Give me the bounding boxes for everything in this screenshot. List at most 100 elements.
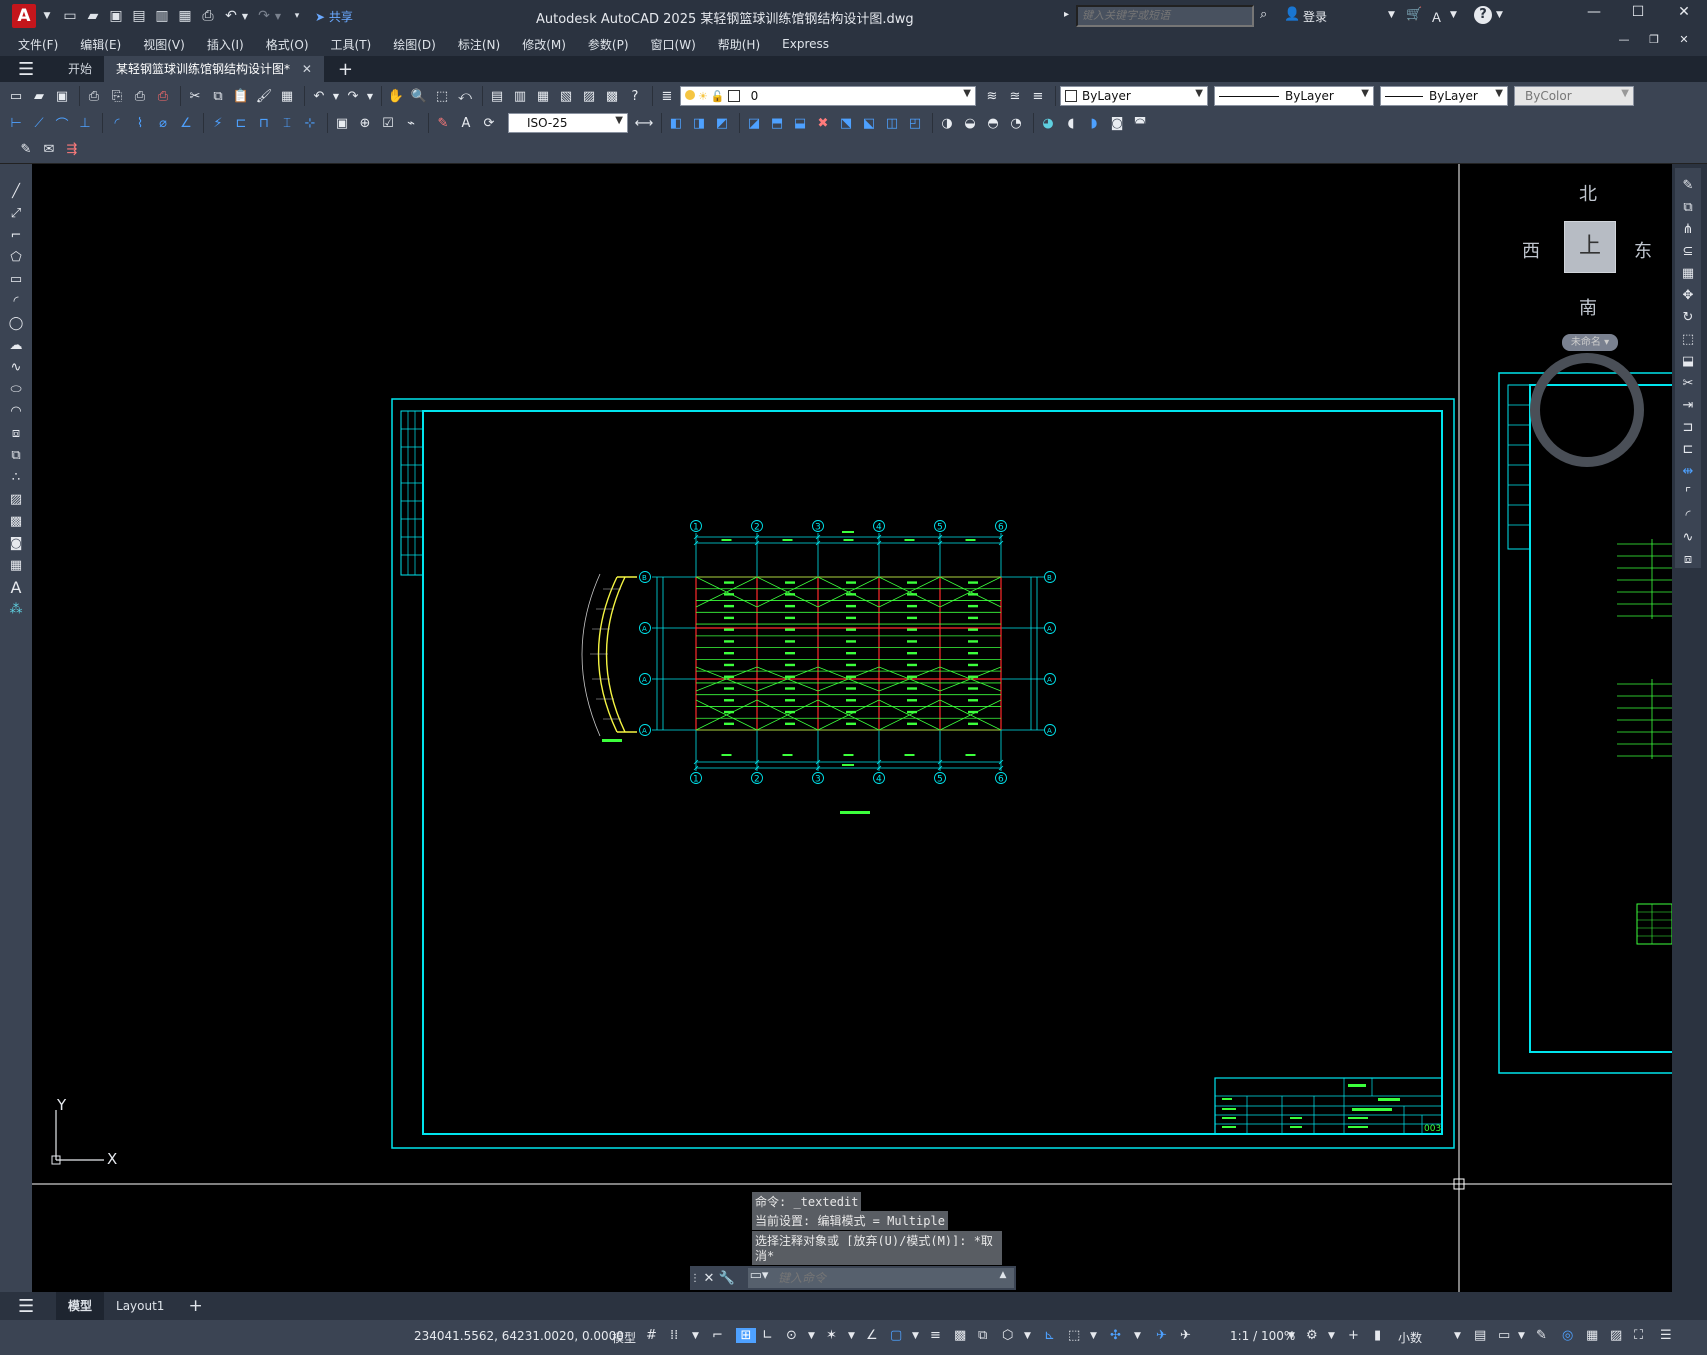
lineweight-dropdown[interactable]: ByLayer ▼ xyxy=(1380,86,1508,106)
blend-curves-icon[interactable]: ∿ xyxy=(1675,526,1701,548)
dynamic-input-icon[interactable]: ⊞ xyxy=(736,1328,756,1343)
polar-icon[interactable]: ⊙ xyxy=(786,1328,797,1343)
new-icon[interactable]: ▭ xyxy=(6,86,26,106)
construction-line-icon[interactable]: ⤢ xyxy=(0,202,32,224)
point-icon[interactable]: ∴ xyxy=(0,466,32,488)
object-snap-tracking-icon[interactable]: ∠ xyxy=(866,1328,878,1343)
layer-previous-icon[interactable]: ≊ xyxy=(1005,86,1025,106)
wcs-dropdown[interactable]: 未命名 ▾ xyxy=(1562,334,1618,351)
markup-icon[interactable]: ▨ xyxy=(579,86,599,106)
circle-icon[interactable]: ◯ xyxy=(0,312,32,334)
array-icon[interactable]: ▦ xyxy=(1675,262,1701,284)
lights-icon[interactable]: ◗ xyxy=(1084,113,1104,133)
edit-attribute-icon[interactable]: ✎ xyxy=(16,140,36,160)
explode-icon[interactable]: ⧈ xyxy=(1675,548,1701,570)
export-icon[interactable]: ▦ xyxy=(177,8,193,24)
graphics-icon[interactable]: ▨ xyxy=(1610,1328,1622,1343)
command-input[interactable] xyxy=(748,1268,1014,1288)
mirror-icon[interactable]: ⋔ xyxy=(1675,218,1701,240)
linear-dimension-icon[interactable]: ⊢ xyxy=(6,113,26,133)
viewcube-south[interactable]: 南 xyxy=(1579,294,1597,320)
line-icon[interactable]: ╱ xyxy=(0,180,32,202)
print-icon[interactable]: ⎙ xyxy=(200,8,216,24)
arc-length-icon[interactable]: ⌒ xyxy=(52,113,72,133)
ellipse-icon[interactable]: ⬭ xyxy=(0,378,32,400)
menu-tools[interactable]: 工具(T) xyxy=(331,36,372,53)
ellipse-arc-icon[interactable]: ◠ xyxy=(0,400,32,422)
arc-icon[interactable]: ◜ xyxy=(0,290,32,312)
break-icon[interactable]: ⊏ xyxy=(1675,438,1701,460)
camera-icon[interactable]: ◚ xyxy=(1130,113,1150,133)
autocad-logo-icon[interactable]: A xyxy=(12,4,36,28)
user-icon[interactable]: 👤 xyxy=(1284,7,1300,22)
isodraft-dropdown-icon[interactable]: ▼ xyxy=(848,1331,855,1341)
gizmo-dropdown-icon[interactable]: ▼ xyxy=(1134,1331,1141,1341)
extrude-icon[interactable]: ◪ xyxy=(744,113,764,133)
help-icon[interactable]: ? xyxy=(625,86,645,106)
save-as-icon[interactable]: ▤ xyxy=(131,8,147,24)
menu-modify[interactable]: 修改(M) xyxy=(522,36,566,53)
visual-style-icon[interactable]: ◕ xyxy=(1038,113,1058,133)
units-icon[interactable]: ▮ xyxy=(1374,1328,1381,1343)
menu-view[interactable]: 视图(V) xyxy=(143,36,185,53)
spline-icon[interactable]: ∿ xyxy=(0,356,32,378)
close-tab-icon[interactable]: ✕ xyxy=(302,62,312,76)
tool-palettes-icon[interactable]: ▦ xyxy=(533,86,553,106)
scale-dropdown-icon[interactable]: ▼ xyxy=(1288,1331,1295,1341)
render-icon[interactable]: ◖ xyxy=(1061,113,1081,133)
isolate-objects-icon[interactable]: ✎ xyxy=(1536,1328,1547,1343)
quick-properties-icon[interactable]: ▤ xyxy=(1474,1328,1486,1343)
annotation-visibility-icon[interactable]: ✈ xyxy=(1156,1328,1167,1343)
drawing-canvas[interactable]: 003 112233445566BBAAAAAA Y X xyxy=(32,164,1672,1292)
cut-icon[interactable]: ✂ xyxy=(185,86,205,106)
autodesk-a360-icon[interactable]: Ａ xyxy=(1430,7,1443,26)
dimension-edit-icon[interactable]: ✎ xyxy=(433,113,453,133)
multiline-text-icon[interactable]: A xyxy=(0,576,32,598)
attribute-extract-icon[interactable]: ⇶ xyxy=(62,140,82,160)
workspace-dropdown-icon[interactable]: ▼ xyxy=(1328,1331,1335,1341)
table-icon[interactable]: ▦ xyxy=(0,554,32,576)
object-snap-dropdown-icon[interactable]: ▼ xyxy=(912,1331,919,1341)
sheet-set-icon[interactable]: ▧ xyxy=(556,86,576,106)
close-button[interactable]: ✕ xyxy=(1670,4,1698,26)
maximize-button[interactable]: ☐ xyxy=(1624,4,1652,26)
trim-icon[interactable]: ✂ xyxy=(1675,372,1701,394)
break-at-point-icon[interactable]: ⊐ xyxy=(1675,416,1701,438)
radius-dimension-icon[interactable]: ◜ xyxy=(107,113,127,133)
menu-file[interactable]: 文件(F) xyxy=(18,36,58,53)
tab-layout1[interactable]: Layout1 xyxy=(104,1292,176,1320)
viewcube-north[interactable]: 北 xyxy=(1579,180,1597,206)
menu-dimension[interactable]: 标注(N) xyxy=(458,36,500,53)
tab-model[interactable]: 模型 xyxy=(56,1292,105,1320)
zoom-previous-icon[interactable]: ⤺ xyxy=(455,86,475,106)
loft-icon[interactable]: ✖ xyxy=(813,113,833,133)
viewcube-top-face[interactable]: 上 xyxy=(1564,221,1616,273)
match-properties-icon[interactable]: 🖌 xyxy=(254,86,274,106)
annotation-scale[interactable]: 1:1 / 100% xyxy=(1230,1329,1295,1343)
presspull-icon[interactable]: ⬒ xyxy=(767,113,787,133)
search-icon[interactable]: ⌕ xyxy=(1260,7,1267,22)
union-icon[interactable]: ◨ xyxy=(689,113,709,133)
menu-parametric[interactable]: 参数(P) xyxy=(588,36,629,53)
polyline-icon[interactable]: ⌐ xyxy=(0,224,32,246)
copy-object-icon[interactable]: ⧉ xyxy=(1675,196,1701,218)
redo-icon[interactable]: ↷ xyxy=(256,8,272,24)
separate-icon[interactable]: ◓ xyxy=(983,113,1003,133)
snap-dropdown-icon[interactable]: ▼ xyxy=(692,1331,699,1341)
annotation-monitor-icon[interactable]: + xyxy=(1348,1328,1359,1343)
grid-icon[interactable]: # xyxy=(646,1328,657,1343)
center-mark-icon[interactable]: ⊕ xyxy=(355,113,375,133)
help-dropdown-icon[interactable]: ▼ xyxy=(1496,10,1503,20)
new-layout-icon[interactable]: + xyxy=(176,1292,214,1320)
design-center-icon[interactable]: ▥ xyxy=(510,86,530,106)
doc-minimize-button[interactable]: — xyxy=(1610,33,1638,55)
open-folder-icon[interactable]: ▰ xyxy=(85,8,101,24)
plotstyle-dropdown[interactable]: ByColor ▼ xyxy=(1514,86,1634,106)
3d-osnap-dropdown-icon[interactable]: ▼ xyxy=(1024,1331,1031,1341)
chevron-down-icon[interactable]: ▼ xyxy=(39,11,55,21)
3d-print-icon[interactable]: ⎙ xyxy=(153,86,173,106)
lineweight-icon[interactable]: ≡ xyxy=(930,1328,941,1343)
save-icon[interactable]: ▣ xyxy=(108,8,124,24)
shell-icon[interactable]: ◒ xyxy=(960,113,980,133)
hatch-icon[interactable]: ▨ xyxy=(0,488,32,510)
